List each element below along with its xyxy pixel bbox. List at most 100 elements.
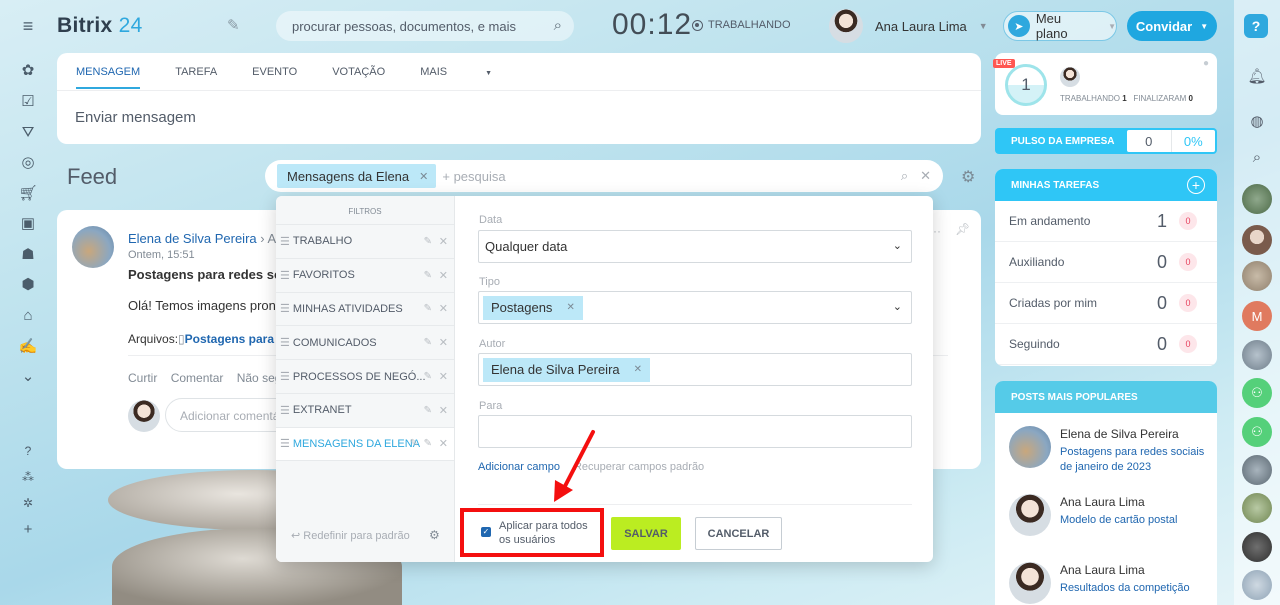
edit-icon[interactable]: ✎	[424, 337, 432, 348]
preset-item[interactable]: ☰ MINHAS ATIVIDADES ✎ ✕	[276, 291, 454, 326]
contact-avatar[interactable]: M	[1242, 301, 1272, 331]
save-button[interactable]: SALVAR	[611, 517, 681, 550]
contact-avatar[interactable]	[1242, 532, 1272, 562]
robot-icon[interactable]: ☗	[18, 244, 38, 264]
info-icon[interactable]: ●	[1203, 58, 1209, 69]
contact-avatar[interactable]	[1242, 455, 1272, 485]
close-icon[interactable]: ✕	[634, 364, 642, 375]
filter-icon[interactable]: ⛛	[18, 122, 38, 142]
contact-avatar[interactable]	[1242, 570, 1272, 600]
pin-icon[interactable]: 📌︎	[955, 222, 970, 236]
contact-avatar[interactable]	[1242, 493, 1272, 523]
tab-poll[interactable]: VOTAÇÃO	[332, 66, 385, 78]
building-icon[interactable]: ⌂	[18, 305, 38, 325]
drag-handle-icon[interactable]: ☰	[280, 336, 290, 349]
popular-item[interactable]: Ana Laura Lima Modelo de cartão postal	[995, 481, 1217, 549]
preset-item[interactable]: ☰ TRABALHO ✎ ✕	[276, 224, 454, 258]
tab-message[interactable]: MENSAGEM	[76, 66, 141, 89]
pin-icon[interactable]: ✎	[410, 438, 418, 449]
delete-icon[interactable]: ✕	[439, 404, 448, 417]
structure-icon[interactable]: ⁂	[18, 467, 38, 487]
preset-item[interactable]: ☰ COMUNICADOS ✎ ✕	[276, 325, 454, 359]
delete-icon[interactable]: ✕	[439, 235, 448, 248]
preset-item-active[interactable]: ☰ MENSAGENS DA ELENA ✎ ✎ ✕	[276, 426, 454, 461]
author-field[interactable]: Elena de Silva Pereira ✕	[478, 353, 912, 386]
sign-icon[interactable]: ✍	[18, 336, 38, 356]
edit-icon[interactable]: ✎	[424, 371, 432, 382]
chat-icon[interactable]: ◍	[1246, 110, 1268, 132]
popular-title[interactable]: Modelo de cartão postal	[1060, 513, 1210, 528]
delete-icon[interactable]: ✕	[439, 336, 448, 349]
edit-icon[interactable]: ✎	[424, 303, 432, 314]
contact-avatar[interactable]	[1242, 340, 1272, 370]
feed-icon[interactable]: ✿	[18, 60, 38, 80]
popular-item[interactable]: Elena de Silva Pereira Postagens para re…	[995, 413, 1217, 481]
bell-icon[interactable]: 🔔︎	[1246, 65, 1268, 87]
drag-handle-icon[interactable]: ☰	[280, 370, 290, 383]
comment-button[interactable]: Comentar	[171, 371, 224, 385]
box-icon[interactable]: ⬢	[18, 274, 38, 294]
file-link[interactable]: Postagens para r	[185, 332, 282, 346]
drag-handle-icon[interactable]: ☰	[280, 235, 290, 248]
company-pulse[interactable]: PULSO DA EMPRESA 0 0%	[995, 128, 1217, 154]
cancel-button[interactable]: CANCELAR	[695, 517, 782, 550]
feed-filter-bar[interactable]: Mensagens da Elena ✕ + pesquisa ⌕ ✕	[265, 160, 943, 192]
plan-button[interactable]: ➤ Meu plano ▼	[1003, 11, 1117, 41]
delete-icon[interactable]: ✕	[439, 437, 448, 450]
edit-icon[interactable]: ✎	[424, 438, 432, 449]
close-icon[interactable]: ✕	[419, 170, 428, 183]
task-row[interactable]: Seguindo 0 0	[995, 324, 1217, 365]
contact-avatar[interactable]	[1242, 261, 1272, 291]
work-status[interactable]: TRABALHANDO	[692, 19, 791, 31]
task-row[interactable]: Criadas por mim 0 0	[995, 283, 1217, 324]
menu-icon[interactable]: ≡	[18, 16, 38, 36]
user-menu[interactable]: Ana Laura Lima ▼	[829, 9, 988, 43]
tasks-icon[interactable]: ☑	[18, 91, 38, 111]
drag-handle-icon[interactable]: ☰	[280, 302, 290, 315]
filter-search-input[interactable]: + pesquisa	[442, 169, 505, 184]
reset-default-link[interactable]: ↩ Redefinir para padrão	[291, 529, 410, 542]
task-row[interactable]: Em andamento 1 0	[995, 201, 1217, 242]
contacts-icon[interactable]: ▣	[18, 213, 38, 233]
task-row[interactable]: Auxiliando 0 0	[995, 242, 1217, 283]
to-field[interactable]	[478, 415, 912, 448]
target-icon[interactable]: ◎	[18, 152, 38, 172]
more-icon[interactable]: ⌄	[18, 366, 38, 386]
edit-pencil-icon[interactable]: ✎	[227, 16, 240, 34]
contact-avatar[interactable]	[1242, 225, 1272, 255]
post-date[interactable]: Ontem, 15:51	[128, 249, 195, 261]
tab-task[interactable]: TAREFA	[175, 66, 217, 78]
popular-title[interactable]: Resultados da competição	[1060, 581, 1210, 596]
edit-icon[interactable]: ✎	[424, 270, 432, 281]
preset-item[interactable]: ☰ FAVORITOS ✎ ✕	[276, 257, 454, 292]
settings-icon[interactable]: ✲	[18, 493, 38, 513]
logo[interactable]: Bitrix 24	[57, 14, 143, 38]
author-avatar[interactable]	[72, 226, 114, 268]
edit-icon[interactable]: ✎	[424, 236, 432, 247]
close-icon[interactable]: ✕	[566, 302, 574, 313]
message-input[interactable]: Enviar mensagem	[57, 91, 981, 126]
search-icon[interactable]: ⌕	[554, 17, 562, 34]
help-button[interactable]: ?	[1244, 14, 1268, 38]
tab-event[interactable]: EVENTO	[252, 66, 297, 78]
preset-item[interactable]: ☰ PROCESSOS DE NEGÓ... ✎ ✕	[276, 359, 454, 393]
like-button[interactable]: Curtir	[128, 371, 157, 385]
group-icon[interactable]: ⚇	[1242, 417, 1272, 447]
help-icon[interactable]: ?	[18, 441, 38, 461]
contact-avatar[interactable]	[1242, 184, 1272, 214]
delete-icon[interactable]: ✕	[439, 370, 448, 383]
type-select[interactable]: Postagens ✕ ⌄	[478, 291, 912, 324]
delete-icon[interactable]: ✕	[439, 302, 448, 315]
drag-handle-icon[interactable]: ☰	[280, 269, 290, 282]
delete-icon[interactable]: ✕	[439, 269, 448, 282]
search-input[interactable]: procurar pessoas, documentos, e mais ⌕	[276, 11, 574, 41]
popular-title[interactable]: Postagens para redes sociais de janeiro …	[1060, 445, 1210, 475]
edit-icon[interactable]: ✎	[424, 405, 432, 416]
search-icon[interactable]: ⌕	[1246, 146, 1268, 168]
drag-handle-icon[interactable]: ☰	[280, 437, 290, 450]
filter-chip[interactable]: Mensagens da Elena ✕	[277, 164, 437, 188]
drag-handle-icon[interactable]: ☰	[280, 404, 290, 417]
cart-icon[interactable]: 🛒︎	[18, 183, 38, 203]
live-user-avatar[interactable]	[1060, 67, 1080, 87]
clear-icon[interactable]: ✕	[920, 168, 931, 184]
